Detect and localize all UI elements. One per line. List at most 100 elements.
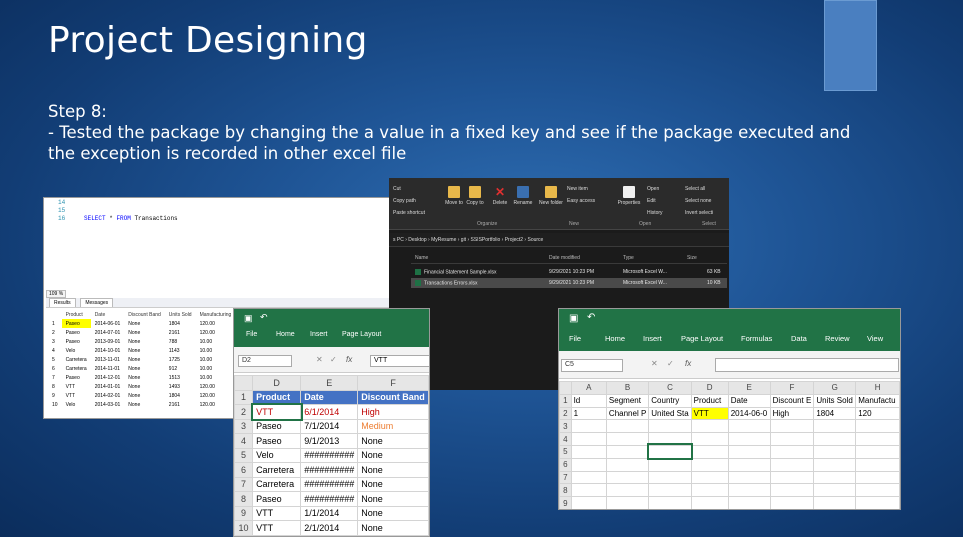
table-row[interactable]: 7 Paseo 2014-12-01 None 1513 10.00	[48, 373, 240, 382]
row-number[interactable]: 1	[559, 393, 572, 408]
table-cell[interactable]: ##########	[300, 447, 359, 463]
menu-page-layout[interactable]: Page Layout	[681, 334, 723, 343]
column-name[interactable]: Name	[415, 255, 428, 261]
row-number[interactable]: 7	[559, 470, 572, 485]
invert-selection-button[interactable]: Invert selecti	[685, 210, 713, 216]
table-cell[interactable]	[648, 483, 692, 498]
corner-cell[interactable]	[559, 381, 572, 395]
name-box[interactable]: C5	[561, 359, 623, 372]
column-type[interactable]: Type	[623, 255, 634, 261]
new-item-button[interactable]: New item	[567, 186, 588, 192]
table-cell[interactable]: 1	[570, 406, 607, 421]
table-cell[interactable]	[648, 419, 692, 434]
table-cell[interactable]: 2014-06-0	[727, 406, 771, 421]
row-number[interactable]: 3	[234, 418, 254, 434]
table-cell[interactable]	[813, 432, 857, 446]
table-cell[interactable]: High	[357, 404, 429, 420]
table-cell[interactable]: None	[357, 447, 429, 463]
table-cell[interactable]: Product	[252, 389, 302, 405]
table-row[interactable]: 6 Carretera 2014-11-01 None 912 10.00	[48, 364, 240, 373]
formula-input[interactable]	[715, 358, 899, 372]
table-cell[interactable]: Segment	[605, 393, 650, 408]
table-cell[interactable]	[570, 496, 607, 509]
save-icon[interactable]: ▣	[244, 313, 253, 324]
row-number[interactable]: 2	[234, 404, 254, 420]
tab-messages[interactable]: Messages	[80, 298, 114, 307]
paste-shortcut-button[interactable]: Paste shortcut	[393, 210, 425, 216]
column-header[interactable]: G	[813, 381, 857, 395]
table-cell[interactable]	[570, 432, 607, 446]
row-number[interactable]: 5	[234, 447, 254, 463]
menu-file[interactable]: File	[246, 331, 257, 338]
table-cell[interactable]	[648, 496, 692, 509]
table-cell[interactable]: 1/1/2014	[300, 505, 359, 521]
table-cell[interactable]	[690, 432, 729, 446]
table-cell[interactable]: 9/1/2013	[300, 433, 359, 449]
row-number[interactable]: 2	[559, 406, 572, 421]
table-cell[interactable]: 120	[855, 406, 900, 421]
row-number[interactable]: 9	[234, 505, 254, 521]
table-row[interactable]: 1 Paseo 2014-06-01 None 1804 120.00	[48, 319, 240, 328]
table-cell[interactable]: VTT	[252, 520, 302, 536]
table-cell[interactable]	[769, 496, 815, 509]
column-header[interactable]: E	[727, 381, 771, 395]
table-cell[interactable]	[727, 470, 771, 485]
table-cell[interactable]	[769, 444, 815, 459]
table-cell[interactable]	[727, 457, 771, 472]
table-cell[interactable]	[648, 432, 692, 446]
table-cell[interactable]	[855, 432, 900, 446]
table-cell[interactable]: ##########	[300, 462, 359, 478]
row-number[interactable]: 6	[234, 462, 254, 478]
table-cell[interactable]: None	[357, 520, 429, 536]
table-cell[interactable]: Country	[648, 393, 692, 408]
history-button[interactable]: History	[647, 210, 663, 216]
table-cell[interactable]: Carretera	[252, 462, 302, 478]
table-cell[interactable]	[855, 483, 900, 498]
address-bar[interactable]: s PC › Desktop › MyResume › git › SSISPo…	[389, 233, 729, 247]
table-cell[interactable]	[813, 444, 857, 459]
table-cell[interactable]: Product	[690, 393, 729, 408]
column-header[interactable]: F	[769, 381, 815, 395]
copy-path-button[interactable]: Copy path	[393, 198, 416, 204]
confirm-icon[interactable]: ✓	[330, 355, 337, 364]
table-cell[interactable]	[727, 419, 771, 434]
column-header[interactable]: C	[648, 381, 692, 395]
column-header[interactable]: D	[690, 381, 729, 395]
fx-icon[interactable]: fx	[685, 359, 691, 368]
table-cell[interactable]	[855, 419, 900, 434]
easy-access-button[interactable]: Easy access	[567, 198, 595, 204]
table-cell[interactable]	[813, 496, 857, 509]
table-cell[interactable]: None	[357, 505, 429, 521]
table-cell[interactable]: Paseo	[252, 433, 302, 449]
menu-file[interactable]: File	[569, 334, 581, 343]
table-cell[interactable]	[646, 443, 694, 461]
table-cell[interactable]: ##########	[300, 476, 359, 492]
table-cell[interactable]	[727, 444, 771, 459]
column-header[interactable]: D	[252, 375, 302, 391]
table-cell[interactable]	[727, 432, 771, 446]
undo-icon[interactable]: ↶	[587, 312, 595, 323]
undo-icon[interactable]: ↶	[260, 312, 268, 323]
formula-input[interactable]: VTT	[370, 355, 429, 367]
table-cell[interactable]	[813, 457, 857, 472]
table-cell[interactable]: None	[357, 476, 429, 492]
file-row-selected[interactable]: Transactions Errors.xlsx 9/29/2021 10:23…	[411, 278, 727, 288]
menu-view[interactable]: View	[867, 334, 883, 343]
table-cell[interactable]	[769, 470, 815, 485]
table-cell[interactable]	[727, 496, 771, 509]
table-cell[interactable]: Units Sold	[813, 393, 857, 408]
table-row[interactable]: 10 Velo 2014-03-01 None 2161 120.00	[48, 400, 240, 409]
column-header[interactable]: F	[357, 375, 429, 391]
table-cell[interactable]: None	[357, 433, 429, 449]
table-cell[interactable]	[769, 419, 815, 434]
table-cell[interactable]	[769, 432, 815, 446]
table-cell[interactable]	[605, 457, 650, 472]
tab-results[interactable]: Results	[49, 298, 76, 307]
table-cell[interactable]: VTT	[690, 406, 729, 421]
table-cell[interactable]	[605, 496, 650, 509]
menu-data[interactable]: Data	[791, 334, 807, 343]
table-cell[interactable]: 6/1/2014	[300, 404, 359, 420]
new-folder-button[interactable]: New folder	[539, 186, 563, 206]
menu-home[interactable]: Home	[605, 334, 625, 343]
table-cell[interactable]: 7/1/2014	[300, 418, 359, 434]
